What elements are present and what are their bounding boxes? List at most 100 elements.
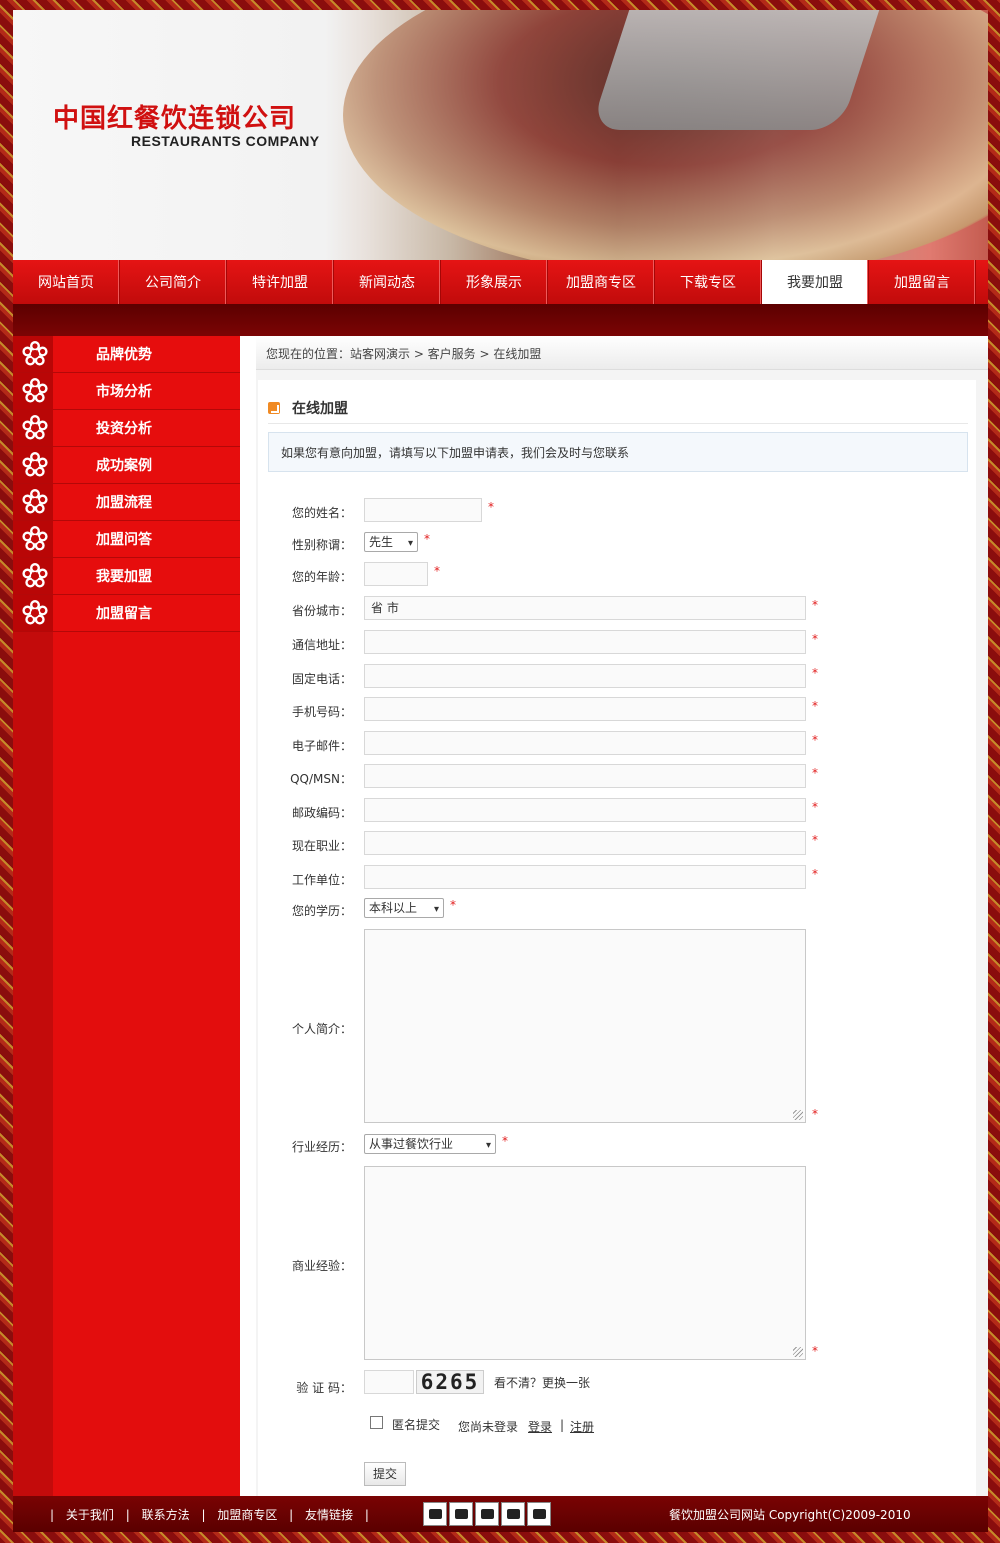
row-company: 工作单位： * xyxy=(258,865,976,891)
sidebar-item-label: 加盟流程 xyxy=(96,495,152,511)
business-textarea[interactable] xyxy=(364,1166,806,1360)
footer-link-friends[interactable]: 友情链接 xyxy=(305,1508,353,1522)
share-icon[interactable] xyxy=(527,1502,551,1526)
nav-item-downloads[interactable]: 下载专区 xyxy=(655,260,762,304)
footer-link-about[interactable]: 关于我们 xyxy=(66,1508,114,1522)
address-input[interactable] xyxy=(364,630,806,654)
row-business: 商业经验： * xyxy=(258,1166,976,1362)
breadcrumb: 您现在的位置：站客网演示 > 客户服务 > 在线加盟 xyxy=(256,336,988,370)
industry-select[interactable]: 从事过餐饮行业 ▾ xyxy=(364,1134,496,1154)
nav-item-home[interactable]: 网站首页 xyxy=(13,260,120,304)
required-mark: * xyxy=(812,867,818,881)
sidebar-item-process[interactable]: 加盟流程 xyxy=(13,484,240,521)
sidebar-item-faq[interactable]: 加盟问答 xyxy=(13,521,240,558)
row-zip: 邮政编码： * xyxy=(258,798,976,824)
nav-item-message[interactable]: 加盟留言 xyxy=(869,260,976,304)
name-input[interactable] xyxy=(364,498,482,522)
resize-grip-icon[interactable] xyxy=(793,1110,803,1120)
education-select[interactable]: 本科以上 ▾ xyxy=(364,898,444,918)
mobile-input[interactable] xyxy=(364,697,806,721)
sidebar-item-join[interactable]: 我要加盟 xyxy=(13,558,240,595)
captcha-image[interactable]: 6265 xyxy=(416,1370,484,1394)
city-input[interactable]: 省 市 xyxy=(364,596,806,620)
share-icon[interactable] xyxy=(501,1502,525,1526)
email-input[interactable] xyxy=(364,731,806,755)
row-industry: 行业经历： 从事过餐饮行业 ▾ * xyxy=(258,1132,976,1158)
intro-textarea[interactable] xyxy=(364,929,806,1123)
sidebar-item-brand[interactable]: 品牌优势 xyxy=(13,336,240,373)
hotpot-chimney-image xyxy=(590,10,886,130)
job-input[interactable] xyxy=(364,831,806,855)
login-status-text: 您尚未登录 xyxy=(458,1420,519,1434)
submit-button[interactable]: 提交 xyxy=(364,1462,406,1486)
mobile-label: 手机号码： xyxy=(291,705,352,719)
form-panel: 在线加盟 如果您有意向加盟，请填写以下加盟申请表，我们会及时与您联系 您的姓名：… xyxy=(258,380,976,1496)
city-label: 省份城市： xyxy=(291,604,352,618)
sidebar-item-label: 加盟留言 xyxy=(96,606,152,622)
nav-item-franchise[interactable]: 特许加盟 xyxy=(227,260,334,304)
share-icon[interactable] xyxy=(449,1502,473,1526)
share-icon[interactable] xyxy=(475,1502,499,1526)
form-notice: 如果您有意向加盟，请填写以下加盟申请表，我们会及时与您联系 xyxy=(268,432,968,472)
required-mark: * xyxy=(812,598,818,612)
phone-input[interactable] xyxy=(364,664,806,688)
nav-item-join[interactable]: 我要加盟 xyxy=(762,260,869,304)
sidebar-item-cases[interactable]: 成功案例 xyxy=(13,447,240,484)
flower-icon xyxy=(22,415,48,440)
footer-separator: | xyxy=(289,1508,294,1522)
nav-item-partner-zone[interactable]: 加盟商专区 xyxy=(548,260,655,304)
logo-chinese-text: 中国红餐饮连锁公司 xyxy=(53,104,297,134)
link-separator: | xyxy=(560,1418,565,1432)
captcha-input[interactable] xyxy=(364,1370,414,1394)
row-mobile: 手机号码： * xyxy=(258,697,976,723)
flower-icon xyxy=(22,452,48,477)
login-link[interactable]: 登录 xyxy=(528,1418,552,1435)
resize-grip-icon[interactable] xyxy=(793,1347,803,1357)
footer-link-contact[interactable]: 联系方法 xyxy=(142,1508,190,1522)
site-footer: | 关于我们 | 联系方法 | 加盟商专区 | 友情链接 | 餐饮加盟公司网站 … xyxy=(13,1496,988,1532)
sidebar-item-investment[interactable]: 投资分析 xyxy=(13,410,240,447)
required-mark: * xyxy=(434,564,440,578)
nav-item-about[interactable]: 公司简介 xyxy=(120,260,227,304)
footer-link-partner-zone[interactable]: 加盟商专区 xyxy=(217,1508,277,1522)
main-content: 您现在的位置：站客网演示 > 客户服务 > 在线加盟 在线加盟 如果您有意向加盟… xyxy=(256,336,988,1496)
footer-separator: | xyxy=(125,1508,130,1522)
row-city: 省份城市： 省 市 * xyxy=(258,596,976,622)
row-name: 您的姓名： * xyxy=(258,498,976,524)
sidebar-item-market[interactable]: 市场分析 xyxy=(13,373,240,410)
phone-label: 固定电话： xyxy=(291,672,352,686)
row-age: 您的年龄： * xyxy=(258,562,976,588)
share-icon[interactable] xyxy=(423,1502,447,1526)
page-frame: 中国红餐饮连锁公司 RESTAURANTS COMPANY 网站首页 公司简介 … xyxy=(13,10,988,1532)
company-input[interactable] xyxy=(364,865,806,889)
site-logo[interactable]: 中国红餐饮连锁公司 RESTAURANTS COMPANY xyxy=(53,98,320,149)
required-mark: * xyxy=(812,833,818,847)
required-mark: * xyxy=(812,666,818,680)
business-label: 商业经验： xyxy=(291,1259,352,1273)
arrow-square-icon xyxy=(268,402,280,414)
register-link[interactable]: 注册 xyxy=(570,1418,594,1435)
age-input[interactable] xyxy=(364,562,428,586)
chevron-down-icon: ▾ xyxy=(433,904,439,915)
zip-label: 邮政编码： xyxy=(291,806,352,820)
anonymous-label: 匿名提交 xyxy=(392,1418,441,1432)
row-phone: 固定电话： * xyxy=(258,664,976,690)
anonymous-checkbox[interactable] xyxy=(370,1416,383,1429)
flower-icon xyxy=(22,489,48,514)
gender-select[interactable]: 先生 ▾ xyxy=(364,532,418,552)
required-mark: * xyxy=(812,699,818,713)
sidebar-item-label: 品牌优势 xyxy=(96,347,152,363)
qq-input[interactable] xyxy=(364,764,806,788)
name-label: 您的姓名： xyxy=(291,506,352,520)
zip-input[interactable] xyxy=(364,798,806,822)
email-label: 电子邮件： xyxy=(291,739,352,753)
nav-item-news[interactable]: 新闻动态 xyxy=(334,260,441,304)
sidebar-item-message[interactable]: 加盟留言 xyxy=(13,595,240,632)
industry-value: 从事过餐饮行业 xyxy=(369,1137,454,1151)
captcha-refresh-link[interactable]: 看不清？更换一张 xyxy=(494,1374,590,1391)
nav-item-gallery[interactable]: 形象展示 xyxy=(441,260,548,304)
required-mark: * xyxy=(502,1134,508,1148)
required-mark: * xyxy=(812,632,818,646)
flower-icon xyxy=(22,563,48,588)
row-intro: 个人简介： * xyxy=(258,929,976,1125)
